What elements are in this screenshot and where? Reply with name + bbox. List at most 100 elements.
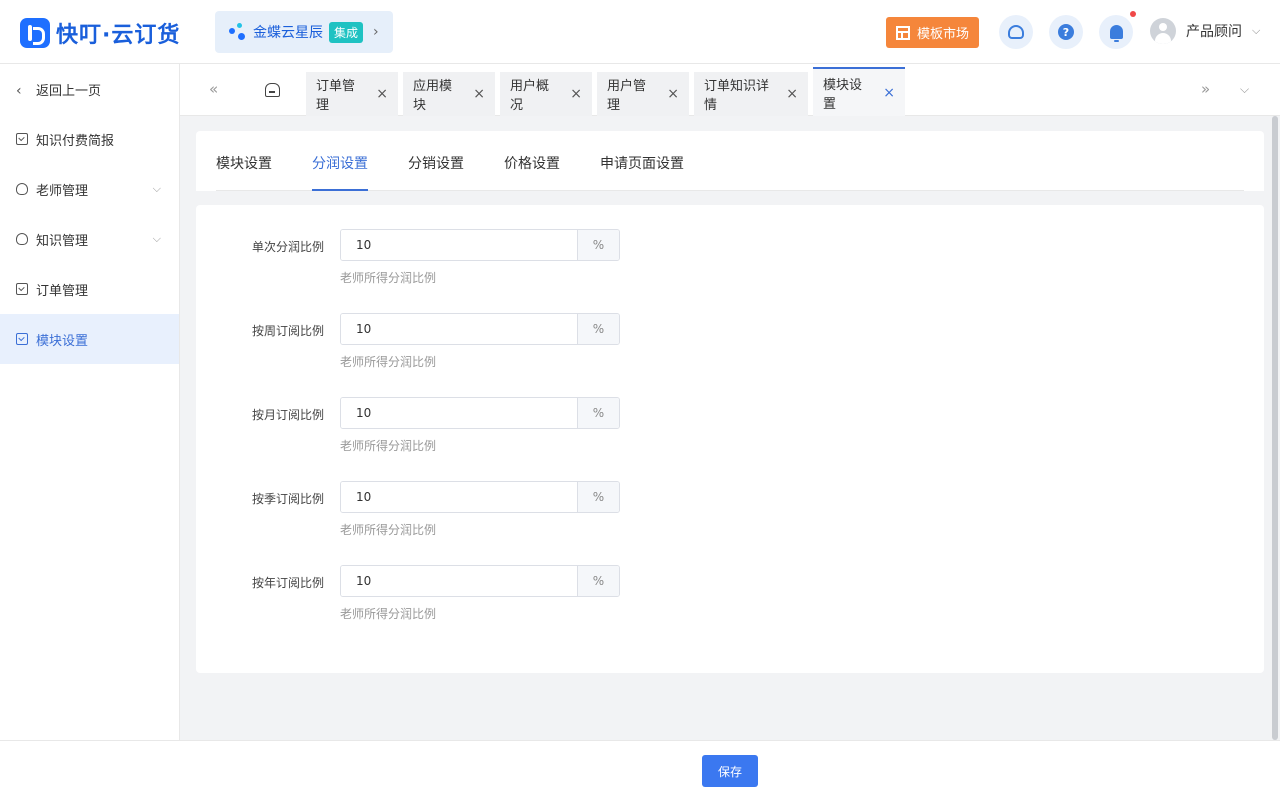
sidebar-item-label: 模块设置 xyxy=(36,333,89,349)
field-hint: 老师所得分润比例 xyxy=(340,607,437,621)
customer-service-button[interactable] xyxy=(999,15,1033,49)
ratio-input-group: % xyxy=(340,481,620,513)
users-icon xyxy=(16,233,28,245)
help-button[interactable]: ? xyxy=(1049,15,1083,49)
tab-label: 订单管理 xyxy=(316,79,356,113)
tab-app-module[interactable]: 应用模块 × xyxy=(403,72,495,116)
field-label: 按周订阅比例 xyxy=(251,324,324,338)
settings-subtabs-card: 模块设置 分润设置 分销设置 价格设置 申请页面设置 xyxy=(196,131,1264,191)
sidebar-item-label: 订单管理 xyxy=(36,283,89,299)
notification-dot xyxy=(1130,11,1136,17)
profit-sharing-form: 单次分润比例 % 老师所得分润比例 按周订阅比例 % 老师所得分润比例 按月订阅… xyxy=(196,205,1264,673)
ratio-input-group: % xyxy=(340,565,620,597)
field-hint: 老师所得分润比例 xyxy=(340,271,437,285)
sidebar-item-teacher-management[interactable]: 老师管理 ⌵ xyxy=(0,164,179,214)
percent-unit: % xyxy=(577,398,619,428)
tab-label: 用户管理 xyxy=(607,79,647,113)
checkbox-icon xyxy=(16,333,28,345)
subtab-module-settings[interactable]: 模块设置 xyxy=(216,153,272,191)
ratio-input-group: % xyxy=(340,397,620,429)
integration-switcher[interactable]: 金蝶云星辰 集成 › xyxy=(215,11,393,53)
tab-label: 订单知识详情 xyxy=(704,79,770,113)
yearly-ratio-input[interactable] xyxy=(341,566,577,596)
home-icon[interactable] xyxy=(265,83,280,97)
tab-module-settings[interactable]: 模块设置 × xyxy=(813,67,905,116)
field-label: 按月订阅比例 xyxy=(251,408,324,422)
tabs-menu-chevron-icon[interactable]: ⌵ xyxy=(1240,82,1249,97)
logo-mark-icon xyxy=(20,18,50,48)
user-name: 产品顾问 xyxy=(1186,24,1242,40)
app-logo[interactable]: 快叮·云订货 xyxy=(20,17,180,49)
sidebar: ‹ 返回上一页 知识付费简报 老师管理 ⌵ 知识管理 ⌵ 订单管理 模块设置 xyxy=(0,64,180,740)
percent-unit: % xyxy=(577,566,619,596)
content-scrollbar[interactable] xyxy=(1272,116,1278,740)
integration-badge: 集成 xyxy=(329,21,364,43)
scroll-tabs-left-icon[interactable]: « xyxy=(209,80,218,98)
template-market-label: 模板市场 xyxy=(916,27,969,42)
tab-order-management[interactable]: 订单管理 × xyxy=(306,72,398,116)
field-hint: 老师所得分润比例 xyxy=(340,523,437,537)
user-menu[interactable]: 产品顾问 ⌵ xyxy=(1150,18,1260,44)
footer-bar: 保存 xyxy=(0,740,1280,800)
back-button[interactable]: ‹ 返回上一页 xyxy=(0,64,179,114)
sidebar-item-label: 老师管理 xyxy=(36,183,89,199)
sidebar-item-knowledge-management[interactable]: 知识管理 ⌵ xyxy=(0,214,179,264)
tab-label: 用户概况 xyxy=(510,79,550,113)
close-icon[interactable]: × xyxy=(883,85,895,101)
field-label: 按季订阅比例 xyxy=(251,492,324,506)
close-icon[interactable]: × xyxy=(667,86,679,102)
sidebar-item-label: 知识管理 xyxy=(36,233,89,249)
percent-unit: % xyxy=(577,314,619,344)
integration-name: 金蝶云星辰 xyxy=(253,25,323,41)
close-icon[interactable]: × xyxy=(473,86,485,102)
headset-icon xyxy=(1008,25,1024,39)
ratio-input-group: % xyxy=(340,229,620,261)
quarterly-ratio-input[interactable] xyxy=(341,482,577,512)
form-row-weekly: 按周订阅比例 % 老师所得分润比例 xyxy=(196,313,796,383)
page-tabbar: « 订单管理 × 应用模块 × 用户概况 × 用户管理 × 订单知识详情 × 模… xyxy=(180,64,1280,116)
save-button[interactable]: 保存 xyxy=(702,755,758,787)
subtab-distribution[interactable]: 分销设置 xyxy=(408,153,464,191)
checkbox-icon xyxy=(16,133,28,145)
form-row-monthly: 按月订阅比例 % 老师所得分润比例 xyxy=(196,397,796,467)
sidebar-item-order-management[interactable]: 订单管理 xyxy=(0,264,179,314)
single-ratio-input[interactable] xyxy=(341,230,577,260)
top-header: 快叮·云订货 金蝶云星辰 集成 › 模板市场 ? 产品顾问 ⌵ xyxy=(0,0,1280,64)
question-icon: ? xyxy=(1058,24,1074,40)
form-row-single: 单次分润比例 % 老师所得分润比例 xyxy=(196,229,796,299)
tab-label: 模块设置 xyxy=(823,77,863,112)
chevron-down-icon: ⌵ xyxy=(152,182,161,195)
close-icon[interactable]: × xyxy=(376,86,388,102)
tab-label: 应用模块 xyxy=(413,79,453,113)
field-label: 按年订阅比例 xyxy=(251,576,324,590)
ratio-input-group: % xyxy=(340,313,620,345)
bell-icon xyxy=(1109,25,1123,42)
settings-subtabs: 模块设置 分润设置 分销设置 价格设置 申请页面设置 xyxy=(216,131,1244,191)
subtab-profit-sharing[interactable]: 分润设置 xyxy=(312,153,368,191)
checkbox-icon xyxy=(16,283,28,295)
weekly-ratio-input[interactable] xyxy=(341,314,577,344)
field-hint: 老师所得分润比例 xyxy=(340,355,437,369)
form-row-yearly: 按年订阅比例 % 老师所得分润比例 xyxy=(196,565,796,635)
template-market-button[interactable]: 模板市场 xyxy=(886,17,979,48)
users-icon xyxy=(16,183,28,195)
percent-unit: % xyxy=(577,482,619,512)
close-icon[interactable]: × xyxy=(570,86,582,102)
sidebar-item-label: 知识付费简报 xyxy=(36,133,115,149)
logo-text: 快叮·云订货 xyxy=(56,23,181,48)
subtab-price[interactable]: 价格设置 xyxy=(504,153,560,191)
subtab-apply-page[interactable]: 申请页面设置 xyxy=(600,153,684,191)
back-label: 返回上一页 xyxy=(36,83,102,99)
chevron-right-icon: › xyxy=(373,24,379,40)
sidebar-item-knowledge-report[interactable]: 知识付费简报 xyxy=(0,114,179,164)
tab-user-management[interactable]: 用户管理 × xyxy=(597,72,689,116)
notification-button[interactable] xyxy=(1099,15,1133,49)
scroll-tabs-right-icon[interactable]: » xyxy=(1201,80,1210,98)
tab-order-knowledge-detail[interactable]: 订单知识详情 × xyxy=(694,72,808,116)
close-icon[interactable]: × xyxy=(786,86,798,102)
field-label: 单次分润比例 xyxy=(251,240,324,254)
tab-user-overview[interactable]: 用户概况 × xyxy=(500,72,592,116)
sidebar-item-module-settings[interactable]: 模块设置 xyxy=(0,314,179,364)
layout-icon xyxy=(895,25,910,40)
monthly-ratio-input[interactable] xyxy=(341,398,577,428)
